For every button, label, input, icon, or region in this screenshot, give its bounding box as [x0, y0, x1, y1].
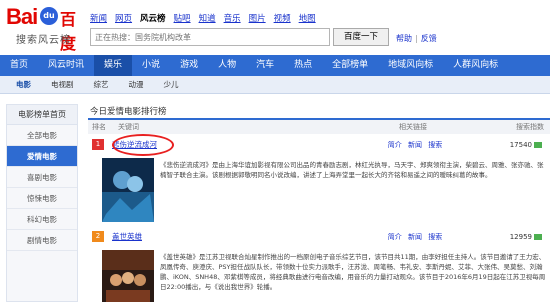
- topnav-top[interactable]: 风云榜: [140, 12, 166, 24]
- logo-subtitle: 搜索风云榜: [16, 35, 71, 46]
- search-link[interactable]: 搜索: [428, 233, 442, 241]
- logo-latin: Bai: [6, 4, 38, 29]
- topnav-news[interactable]: 新闻: [90, 12, 107, 24]
- ranking-title: 今日爱情电影排行榜: [88, 104, 550, 120]
- topnav-zhidao[interactable]: 知道: [199, 12, 216, 24]
- index-value: 12959: [509, 233, 532, 241]
- feedback-link[interactable]: 反馈: [421, 34, 437, 43]
- header-keyword: 关键词: [118, 123, 139, 131]
- highlight-circle: [112, 134, 174, 156]
- mainnav-entertainment[interactable]: 娱乐: [94, 55, 133, 76]
- help-links: 帮助 | 反馈: [396, 33, 437, 44]
- topnav-web[interactable]: 网页: [115, 12, 132, 24]
- help-link[interactable]: 帮助: [396, 34, 412, 43]
- baidu-logo[interactable]: Bai du 百度 搜索风云榜: [6, 4, 86, 53]
- topnav-images[interactable]: 图片: [249, 12, 266, 24]
- sidebar-item-comedy[interactable]: 喜剧电影: [7, 167, 77, 188]
- sidebar-item-drama[interactable]: 剧情电影: [7, 230, 77, 251]
- row-detail: 《悲伤逆流成河》是由上海华谊加影视有限公司出品的青春励志剧，林红光执导，马天宇、…: [88, 154, 550, 230]
- movie-poster[interactable]: [102, 158, 154, 222]
- mainnav-cars[interactable]: 汽车: [246, 55, 284, 76]
- mainnav-all-lists[interactable]: 全部榜单: [322, 55, 378, 76]
- rank-badge: 1: [92, 139, 104, 150]
- mainnav-home[interactable]: 首页: [0, 55, 38, 76]
- search-link[interactable]: 搜索: [428, 141, 442, 149]
- keyword-link[interactable]: 盖世英雄: [112, 230, 360, 244]
- topnav-video[interactable]: 视频: [274, 12, 291, 24]
- topnav-music[interactable]: 音乐: [224, 12, 241, 24]
- mainnav-novel[interactable]: 小说: [132, 55, 170, 76]
- news-link[interactable]: 新闻: [408, 141, 422, 149]
- header-related: 相关链接: [399, 123, 427, 131]
- trend-up-icon: [534, 142, 542, 148]
- mainnav-people[interactable]: 人物: [208, 55, 246, 76]
- sidebar-item-scifi[interactable]: 科幻电影: [7, 209, 77, 230]
- search-input[interactable]: [90, 28, 330, 46]
- topnav-tieba[interactable]: 贴吧: [174, 12, 191, 24]
- related-links: 简介 新闻 搜索: [360, 230, 470, 244]
- sidebar-item-thriller[interactable]: 惊悚电影: [7, 188, 77, 209]
- header: Bai du 百度 搜索风云榜 新闻 网页 风云榜 贴吧 知道 音乐 图片 视频…: [0, 0, 550, 55]
- mainnav-hot[interactable]: 热点: [284, 55, 322, 76]
- logo-paw-icon: du: [40, 7, 58, 25]
- header-index: 搜索指数: [516, 123, 544, 131]
- index-value: 17540: [509, 141, 532, 149]
- ranking-panel: 今日爱情电影排行榜 排名 关键词 相关链接 搜索指数 1 悲伤逆流成河 简介 新…: [88, 104, 550, 302]
- table-row: 1 悲伤逆流成河 简介 新闻 搜索 17540: [88, 134, 550, 156]
- table-header: 排名 关键词 相关链接 搜索指数: [88, 120, 550, 134]
- subnav-tv[interactable]: 电视剧: [41, 76, 84, 93]
- table-row: 2 盖世英雄 简介 新闻 搜索 12959: [88, 230, 550, 244]
- intro-link[interactable]: 简介: [388, 141, 402, 149]
- search-index: 17540: [470, 138, 542, 152]
- mainnav-games[interactable]: 游戏: [170, 55, 208, 76]
- sidebar-item-romance[interactable]: 爱情电影: [7, 146, 77, 167]
- intro-link[interactable]: 简介: [388, 233, 402, 241]
- top-nav: 新闻 网页 风云榜 贴吧 知道 音乐 图片 视频 地图: [90, 12, 316, 24]
- mainnav-news[interactable]: 风云时讯: [38, 55, 94, 76]
- subnav-variety[interactable]: 综艺: [84, 76, 119, 93]
- related-links: 简介 新闻 搜索: [360, 138, 470, 152]
- logo-chinese: 百度: [60, 10, 77, 53]
- show-poster[interactable]: [102, 250, 154, 302]
- rank-badge: 2: [92, 231, 104, 242]
- mainnav-region[interactable]: 地域风向标: [378, 55, 443, 76]
- trend-up-icon: [534, 234, 542, 240]
- search-index: 12959: [470, 230, 542, 244]
- main-nav: 首页 风云时讯 娱乐 小说 游戏 人物 汽车 热点 全部榜单 地域风向标 人群风…: [0, 55, 550, 76]
- sub-nav: 电影 电视剧 综艺 动漫 少儿: [0, 76, 550, 94]
- search-button[interactable]: 百度一下: [333, 28, 389, 46]
- news-link[interactable]: 新闻: [408, 233, 422, 241]
- subnav-kids[interactable]: 少儿: [154, 76, 189, 93]
- movie-description: 《悲伤逆流成河》是由上海华谊加影视有限公司出品的青春励志剧，林红光执导，马天宇、…: [160, 161, 544, 179]
- topnav-map[interactable]: 地图: [299, 12, 316, 24]
- show-description: 《盖世英雄》是江苏卫视联合灿星制作推出的一档原创电子音乐综艺节目，该节目共11期…: [160, 253, 546, 291]
- sidebar-title[interactable]: 电影榜单首页: [7, 105, 77, 125]
- subnav-movies[interactable]: 电影: [6, 76, 41, 93]
- row-detail: 《盖世英雄》是江苏卫视联合灿星制作推出的一档原创电子音乐综艺节目，该节目共11期…: [88, 246, 550, 302]
- header-rank: 排名: [92, 123, 106, 131]
- sidebar: 电影榜单首页 全部电影 爱情电影 喜剧电影 惊悚电影 科幻电影 剧情电影: [6, 104, 78, 302]
- separator: |: [415, 34, 418, 43]
- sidebar-item-all[interactable]: 全部电影: [7, 125, 77, 146]
- mainnav-crowd[interactable]: 人群风向标: [443, 55, 508, 76]
- subnav-anime[interactable]: 动漫: [119, 76, 154, 93]
